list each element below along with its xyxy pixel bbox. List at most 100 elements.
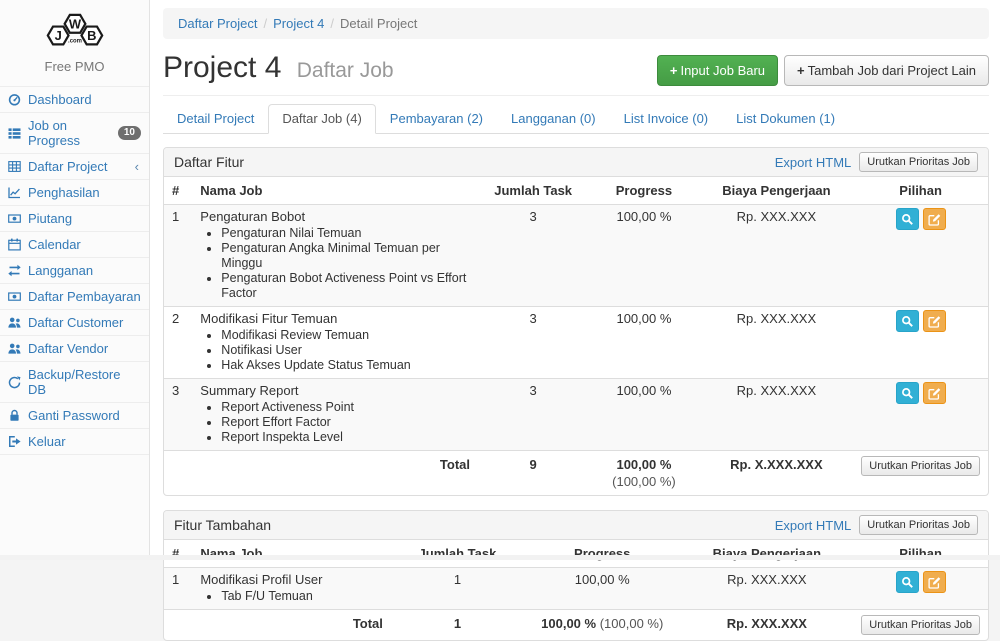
view-job-button[interactable] [896, 208, 919, 230]
tab-pembayaran[interactable]: Pembayaran (2) [376, 104, 497, 134]
breadcrumb-separator: / [330, 16, 334, 31]
jwb-logo[interactable]: J W B .com [0, 0, 149, 51]
tambah-job-dari-project-lain-button[interactable]: +Tambah Job dari Project Lain [784, 55, 989, 86]
tab-list-dokumen[interactable]: List Dokumen (1) [722, 104, 849, 134]
urutkan-prioritas-job-button[interactable]: Urutkan Prioritas Job [859, 152, 978, 172]
job-task-list: Tab F/U Temuan [200, 589, 383, 604]
sidebar-item-label: Backup/Restore DB [28, 367, 141, 397]
calendar-icon [8, 238, 21, 251]
sidebar-item-daftar-vendor[interactable]: Daftar Vendor [0, 335, 149, 361]
job-task: Modifikasi Review Temuan [221, 328, 470, 343]
sidebar-item-backup-restore-db[interactable]: Backup/Restore DB [0, 361, 149, 402]
biaya-value: Rp. XXX.XXX [680, 568, 853, 610]
input-job-baru-button[interactable]: +Input Job Baru [657, 55, 778, 86]
chevron-left-icon: ‹ [135, 162, 141, 172]
urutkan-prioritas-job-button[interactable]: Urutkan Prioritas Job [859, 515, 978, 535]
view-job-button[interactable] [896, 571, 919, 593]
project-tabs: Detail Project Daftar Job (4) Pembayaran… [163, 104, 989, 134]
edit-job-button[interactable] [923, 208, 946, 230]
urutkan-prioritas-job-button[interactable]: Urutkan Prioritas Job [861, 615, 980, 635]
sidebar-item-daftar-project[interactable]: Daftar Project ‹ [0, 153, 149, 179]
sidebar-item-label: Calendar [28, 237, 81, 252]
tab-list-invoice[interactable]: List Invoice (0) [610, 104, 723, 134]
col-header-nama-job: Nama Job [192, 540, 391, 568]
sidebar-item-label: Langganan [28, 263, 93, 278]
sidebar-item-calendar[interactable]: Calendar [0, 231, 149, 257]
col-header-progress: Progress [524, 540, 681, 568]
edit-job-button[interactable] [923, 571, 946, 593]
sidebar-item-label: Daftar Pembayaran [28, 289, 141, 304]
progress-value: 100,00 % [588, 205, 699, 307]
view-job-button[interactable] [896, 310, 919, 332]
total-biaya: Rp. XXX.XXX [680, 610, 853, 641]
svg-text:W: W [68, 16, 81, 31]
total-progress: 100,00 % (100,00 %) [588, 451, 699, 496]
export-html-link[interactable]: Export HTML [775, 518, 852, 533]
job-name-cell: Modifikasi Profil User Tab F/U Temuan [192, 568, 391, 610]
svg-text:J: J [54, 28, 61, 43]
biaya-value: Rp. XXX.XXX [700, 205, 854, 307]
breadcrumb: Daftar Project / Project 4 / Detail Project [163, 8, 989, 39]
search-icon [901, 576, 914, 589]
view-job-button[interactable] [896, 382, 919, 404]
col-header-pilihan: Pilihan [853, 540, 988, 568]
sidebar-item-label: Piutang [28, 211, 72, 226]
sidebar-item-langganan[interactable]: Langganan [0, 257, 149, 283]
jwb-logo-icon: J W B .com [34, 7, 116, 51]
sidebar-item-label: Daftar Project [28, 159, 107, 174]
col-header-biaya: Biaya Pengerjaan [700, 177, 854, 205]
sidebar-item-daftar-pembayaran[interactable]: Daftar Pembayaran [0, 283, 149, 309]
breadcrumb-link-project-4[interactable]: Project 4 [273, 16, 324, 31]
page-title-text: Project 4 [163, 51, 281, 84]
money-icon [8, 290, 21, 303]
job-task: Report Inspekta Level [221, 430, 470, 445]
sidebar-item-label: Penghasilan [28, 185, 100, 200]
tab-daftar-job[interactable]: Daftar Job (4) [268, 104, 375, 134]
sidebar-item-ganti-password[interactable]: Ganti Password [0, 402, 149, 428]
retweet-icon [8, 264, 21, 277]
edit-job-button[interactable] [923, 310, 946, 332]
table-row: 1 Pengaturan Bobot Pengaturan Nilai Temu… [164, 205, 988, 307]
line-chart-icon [8, 186, 21, 199]
sidebar-item-job-on-progress[interactable]: Job on Progress 10 [0, 112, 149, 153]
sidebar-item-label: Dashboard [28, 92, 92, 107]
sidebar-item-label: Ganti Password [28, 408, 120, 423]
job-task: Pengaturan Nilai Temuan [221, 226, 470, 241]
sidebar-item-penghasilan[interactable]: Penghasilan [0, 179, 149, 205]
tab-langganan[interactable]: Langganan (0) [497, 104, 610, 134]
breadcrumb-link-daftar-project[interactable]: Daftar Project [178, 16, 257, 31]
total-jumlah-task: 9 [478, 451, 588, 496]
sidebar-item-label: Daftar Customer [28, 315, 123, 330]
search-icon [901, 315, 914, 328]
search-icon [901, 213, 914, 226]
page-header: Project 4 Daftar Job +Input Job Baru +Ta… [163, 51, 989, 96]
job-task-list: Pengaturan Nilai Temuan Pengaturan Angka… [200, 226, 470, 301]
sidebar-item-keluar[interactable]: Keluar [0, 428, 149, 455]
plus-icon: + [797, 63, 805, 78]
job-count-badge: 10 [118, 126, 141, 140]
tab-detail-project[interactable]: Detail Project [163, 104, 268, 134]
col-header-biaya: Biaya Pengerjaan [680, 540, 853, 568]
sidebar-item-daftar-customer[interactable]: Daftar Customer [0, 309, 149, 335]
urutkan-prioritas-job-button[interactable]: Urutkan Prioritas Job [861, 456, 980, 476]
page-subtitle: Daftar Job [297, 59, 394, 82]
breadcrumb-separator: / [263, 16, 267, 31]
col-header-jumlah-task: Jumlah Task [391, 540, 524, 568]
app-window: J W B .com Free PMO Dashboard Job on Pro… [0, 0, 1000, 560]
panel-title: Daftar Fitur [174, 154, 244, 170]
biaya-value: Rp. XXX.XXX [700, 379, 854, 451]
sidebar-item-piutang[interactable]: Piutang [0, 205, 149, 231]
refresh-icon [8, 376, 21, 389]
job-name: Modifikasi Profil User [200, 571, 383, 588]
row-number: 2 [164, 307, 192, 379]
sidebar-item-dashboard[interactable]: Dashboard [0, 86, 149, 112]
edit-job-button[interactable] [923, 382, 946, 404]
col-header-num: # [164, 540, 192, 568]
table-row: 2 Modifikasi Fitur Temuan Modifikasi Rev… [164, 307, 988, 379]
sign-out-icon [8, 435, 21, 448]
export-html-link[interactable]: Export HTML [775, 155, 852, 170]
sidebar-item-label: Job on Progress [28, 118, 111, 148]
jumlah-task-value: 3 [478, 205, 588, 307]
breadcrumb-current: Detail Project [340, 16, 417, 31]
edit-icon [928, 213, 941, 226]
